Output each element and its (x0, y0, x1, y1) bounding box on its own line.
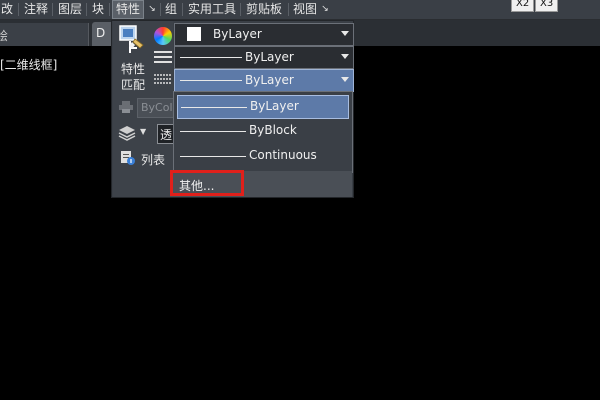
window-button-x3[interactable]: X3 (535, 0, 559, 12)
linetype-option-bylayer[interactable]: ByLayer (177, 95, 349, 119)
panel-expand-icon[interactable]: ↘ (318, 2, 332, 16)
linetype-other-button[interactable]: 其他... (170, 170, 244, 196)
tab-properties[interactable]: 特性 (112, 0, 145, 19)
line-preview (180, 131, 246, 132)
properties-panel-left-column: 特性匹配 ByColor ▼ 透 列表 (113, 21, 178, 197)
ribbon-tab-bar: 改 注释 图层 块 特性 ↘ 组 实用工具 剪贴板 视图 ↘ X2 X3 (0, 0, 600, 20)
lineweight-icon (154, 51, 172, 63)
list-icon[interactable] (121, 151, 135, 165)
chevron-down-icon (341, 77, 349, 82)
panel-expand-icon[interactable]: ↘ (145, 2, 159, 16)
tab-annotate[interactable]: 注释 (21, 0, 51, 19)
doc-tab-start[interactable]: 绘 (0, 23, 89, 46)
layers-icon[interactable] (118, 125, 136, 141)
viewport-style-label[interactable]: [二维线框] (0, 56, 57, 73)
linetype-option-byblock[interactable]: ByBlock (177, 120, 347, 142)
linetype-option-label: ByBlock (249, 123, 297, 137)
linetype-option-continuous[interactable]: Continuous (177, 145, 347, 167)
tab-block[interactable]: 块 (89, 0, 107, 19)
tab-separator (182, 3, 183, 16)
color-dropdown[interactable]: ByLayer (174, 23, 354, 46)
tab-modify[interactable]: 改 (0, 0, 16, 19)
tab-separator (109, 3, 110, 16)
linetype-option-label: ByLayer (250, 99, 299, 113)
window-button-x2[interactable]: X2 (511, 0, 535, 12)
color-swatch (187, 27, 201, 41)
line-preview (180, 57, 242, 58)
doc-tab-label: D (96, 26, 106, 40)
match-properties-icon[interactable] (119, 25, 145, 55)
chevron-down-icon (341, 31, 349, 36)
color-dropdown-value: ByLayer (213, 27, 262, 41)
line-preview (180, 80, 242, 81)
tab-separator (18, 3, 19, 16)
tab-view[interactable]: 视图 (290, 0, 320, 19)
tab-utilities[interactable]: 实用工具 (185, 0, 239, 19)
linetype-icon (154, 74, 172, 84)
color-wheel-icon (154, 27, 172, 45)
tab-layers[interactable]: 图层 (55, 0, 85, 19)
list-label[interactable]: 列表 (141, 151, 165, 168)
plot-style-dropdown[interactable]: ByColor (137, 98, 178, 118)
linetype-options-list: ByLayer ByBlock Continuous (173, 91, 353, 173)
tab-separator (86, 3, 87, 16)
line-preview (180, 156, 246, 157)
chevron-down-icon (341, 54, 349, 59)
transparency-label: 透 (160, 128, 173, 142)
tab-separator (160, 3, 161, 16)
tab-separator (288, 3, 289, 16)
tab-separator (52, 3, 53, 16)
linetype-option-label: Continuous (249, 148, 317, 162)
linetype-dropdown-value: ByLayer (245, 73, 294, 87)
linetype-dropdown[interactable]: ByLayer (174, 69, 354, 92)
doc-tab-label: 绘 (0, 29, 9, 43)
match-properties-label[interactable]: 特性匹配 (121, 61, 151, 93)
tab-group[interactable]: 组 (162, 0, 180, 19)
linetype-other-label: 其他... (179, 179, 215, 193)
line-preview (181, 107, 247, 108)
chevron-down-icon[interactable]: ▼ (140, 127, 146, 136)
plot-style-icon (119, 101, 133, 113)
tab-separator (240, 3, 241, 16)
tab-clipboard[interactable]: 剪贴板 (243, 0, 285, 19)
lineweight-dropdown[interactable]: ByLayer (174, 46, 354, 69)
lineweight-dropdown-value: ByLayer (245, 50, 294, 64)
